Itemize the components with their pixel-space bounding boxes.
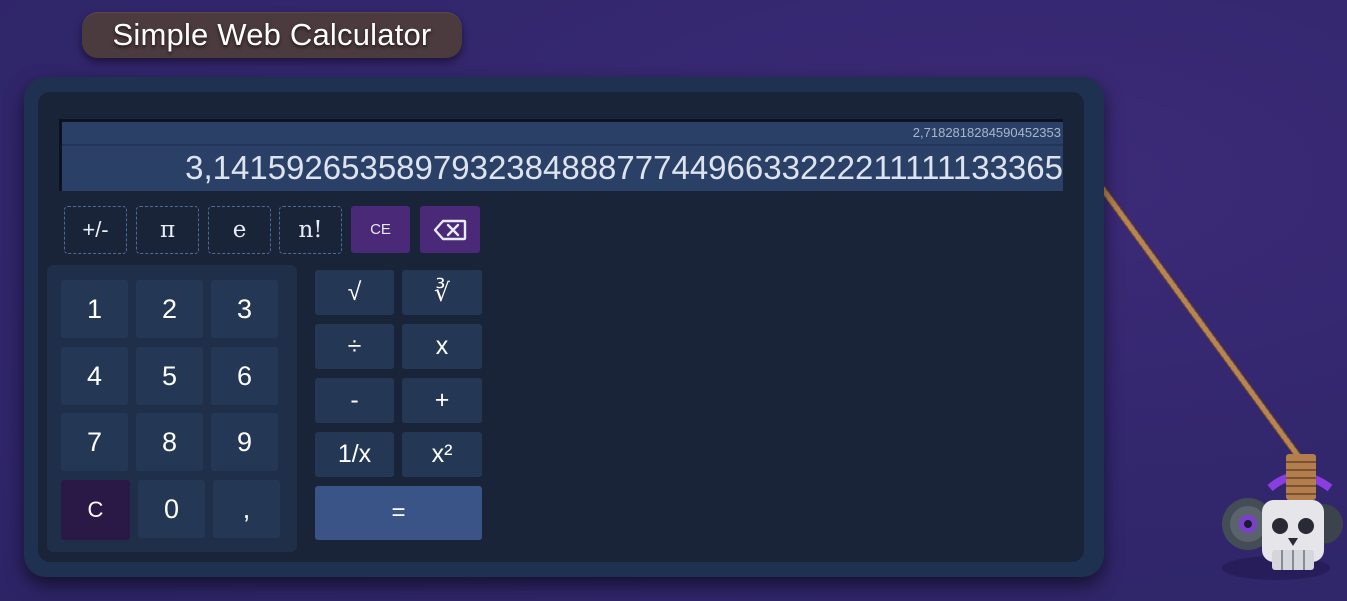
cbrt-button[interactable]: ∛ <box>402 270 482 315</box>
backspace-button[interactable] <box>420 206 480 253</box>
sqrt-button[interactable]: √ <box>315 270 394 315</box>
key-0[interactable]: 0 <box>138 480 205 538</box>
equals-button[interactable]: = <box>315 486 482 540</box>
clear-entry-button[interactable]: CE <box>351 206 410 253</box>
key-2[interactable]: 2 <box>136 280 203 338</box>
key-1[interactable]: 1 <box>61 280 128 338</box>
square-button[interactable]: x² <box>402 432 482 477</box>
pi-button[interactable]: π <box>136 206 199 254</box>
display: 2,7182818284590452353 3,1415926535897932… <box>59 119 1063 191</box>
previous-value: 2,7182818284590452353 <box>912 125 1061 140</box>
key-3[interactable]: 3 <box>211 280 278 338</box>
current-value: 3,14159265358979323848887774496633222211… <box>185 149 1063 186</box>
clear-button[interactable]: C <box>61 480 130 540</box>
backspace-icon <box>433 219 467 240</box>
key-5[interactable]: 5 <box>136 347 203 405</box>
key-6[interactable]: 6 <box>211 347 278 405</box>
minus-button[interactable]: - <box>315 378 394 423</box>
reciprocal-button[interactable]: 1/x <box>315 432 394 477</box>
factorial-button[interactable]: n! <box>279 206 342 254</box>
divide-button[interactable]: ÷ <box>315 324 394 369</box>
decimal-comma-button[interactable]: , <box>213 480 280 538</box>
key-9[interactable]: 9 <box>211 413 278 471</box>
key-4[interactable]: 4 <box>61 347 128 405</box>
key-8[interactable]: 8 <box>136 413 203 471</box>
plus-button[interactable]: + <box>402 378 482 423</box>
key-7[interactable]: 7 <box>61 413 128 471</box>
rope-decoration <box>1098 186 1308 468</box>
app-title: Simple Web Calculator <box>82 12 462 58</box>
skull-robot-icon <box>1222 454 1343 580</box>
e-button[interactable]: e <box>208 206 271 254</box>
multiply-button[interactable]: x <box>402 324 482 369</box>
display-divider <box>62 144 1063 146</box>
negate-button[interactable]: +/- <box>64 206 127 254</box>
